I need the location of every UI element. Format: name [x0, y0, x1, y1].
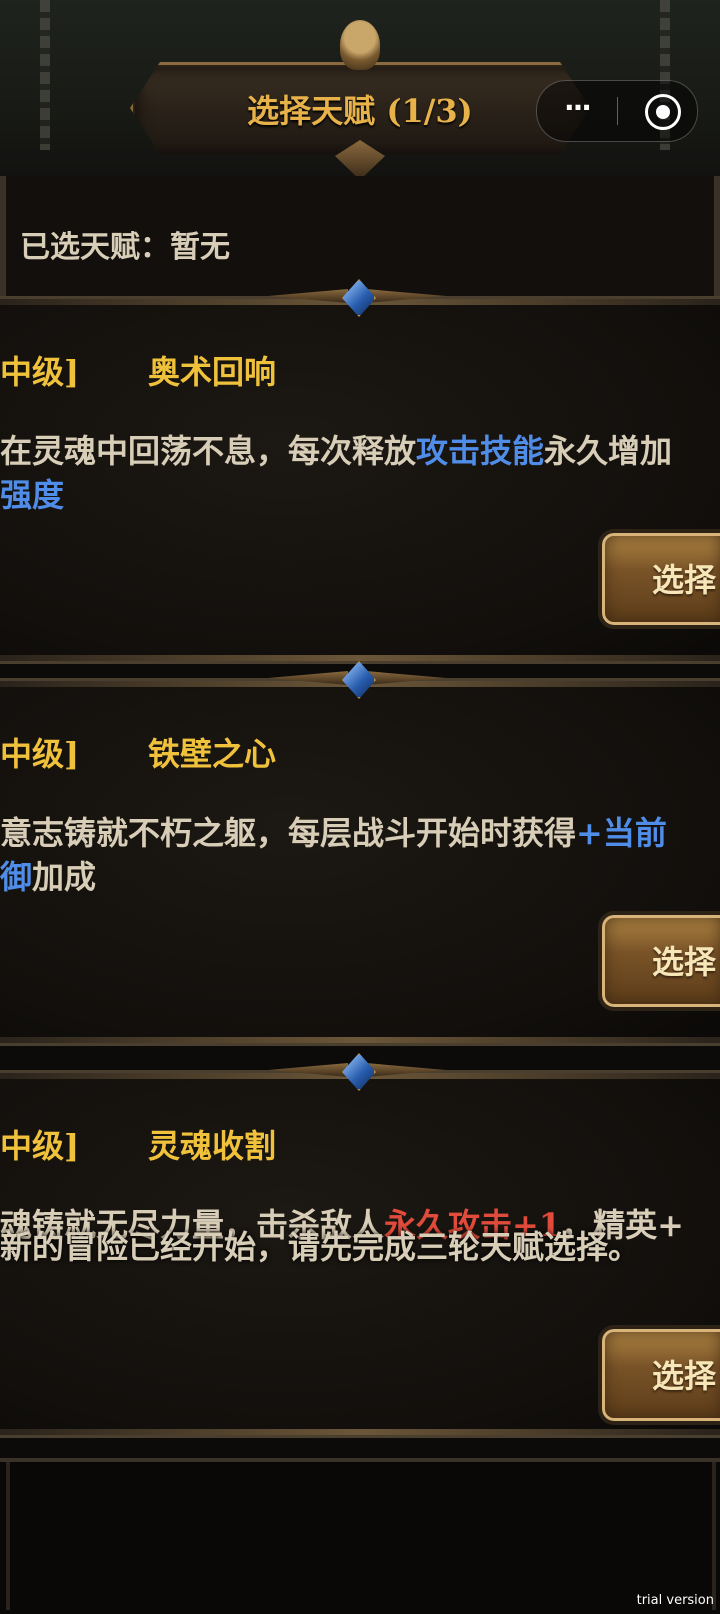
gem-core	[342, 661, 376, 699]
more-options-icon[interactable]: ···	[537, 81, 617, 141]
card-border	[0, 1037, 720, 1043]
description-line: 意志铸就不朽之躯，每层战斗开始时获得+当前	[0, 811, 720, 855]
gem-ornament-icon	[268, 1049, 446, 1095]
skull-ornament-icon	[340, 20, 380, 70]
desc-text: 在灵魂中回荡不息，每次释放	[0, 432, 417, 470]
talent-card: 中级] 铁壁之心 意志铸就不朽之躯，每层战斗开始时获得+当前 御加成 选择	[0, 661, 720, 1046]
talent-tier: 中级]	[0, 353, 80, 391]
talent-tier: 中级]	[0, 735, 80, 773]
gem-ornament-icon	[268, 275, 446, 321]
select-button-label: 选择	[652, 561, 717, 599]
toast-message: 新的冒险已经开始，请先完成三轮天赋选择。	[0, 1228, 641, 1266]
talent-tier: 中级]	[0, 1127, 80, 1165]
bottom-panel	[0, 1458, 720, 1614]
gem-ornament-icon	[268, 657, 446, 703]
gem-core	[342, 1053, 376, 1091]
description-line: 强度	[0, 473, 720, 517]
close-mini-program-icon[interactable]	[645, 94, 681, 130]
select-button-label: 选择	[652, 1357, 717, 1395]
talent-card: 中级] 奥术回响 在灵魂中回荡不息，每次释放攻击技能永久增加 强度 选择	[0, 279, 720, 664]
bottom-frame	[6, 1462, 716, 1610]
desc-highlight: 御	[0, 858, 33, 896]
desc-text: 永久增加	[544, 432, 673, 470]
trial-watermark: trial version	[636, 1593, 714, 1608]
capsule-divider	[617, 97, 618, 125]
desc-highlight: +当前	[576, 814, 667, 852]
select-talent-button[interactable]: 选择	[598, 529, 720, 629]
talent-name: 铁壁之心	[148, 735, 277, 773]
desc-text: 意志铸就不朽之躯，每层战斗开始时获得	[0, 814, 577, 852]
description-line: 在灵魂中回荡不息，每次释放攻击技能永久增加	[0, 429, 720, 473]
mini-program-capsule: ···	[536, 80, 698, 142]
select-talent-button[interactable]: 选择	[598, 911, 720, 1011]
desc-highlight: 攻击技能	[416, 432, 545, 470]
description-line: 御加成	[0, 855, 720, 899]
card-border	[0, 1429, 720, 1435]
talent-description: 在灵魂中回荡不息，每次释放攻击技能永久增加 强度	[0, 429, 720, 517]
select-button-label: 选择	[652, 943, 717, 981]
select-talent-button[interactable]: 选择	[598, 1325, 720, 1425]
selected-talents-label: 已选天赋：暂无	[20, 230, 230, 265]
talent-name: 奥术回响	[148, 353, 277, 391]
desc-highlight: 强度	[0, 476, 65, 514]
talent-description: 意志铸就不朽之躯，每层战斗开始时获得+当前 御加成	[0, 811, 720, 899]
desc-text: 加成	[32, 858, 97, 896]
talent-name: 灵魂收割	[148, 1127, 277, 1165]
chain-decoration	[40, 0, 50, 150]
gem-core	[342, 279, 376, 317]
